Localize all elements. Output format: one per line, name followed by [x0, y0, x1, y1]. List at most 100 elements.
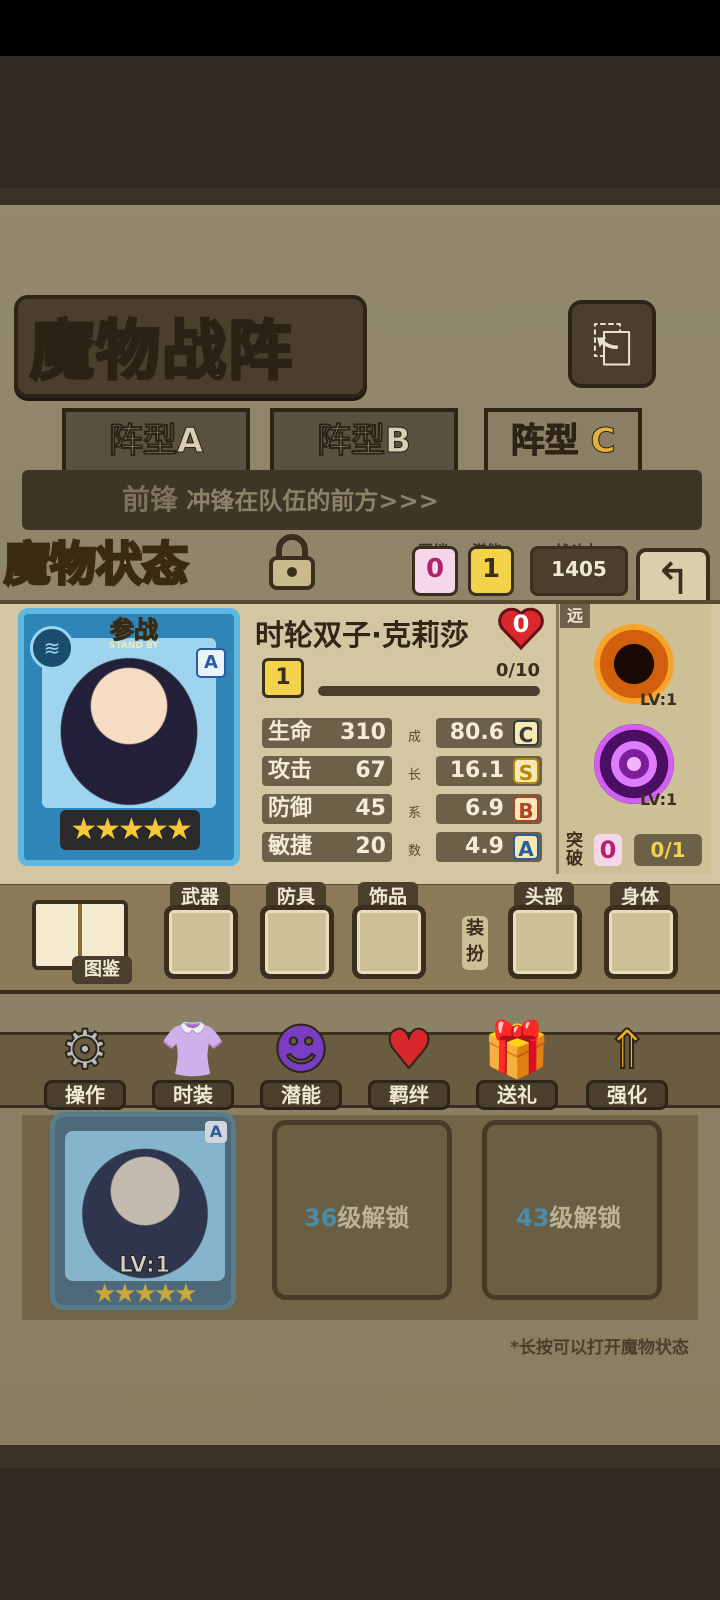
coef-value: 6.9 [465, 796, 504, 821]
codex-label: 图鉴 [72, 956, 132, 984]
potential-count: 1 [468, 546, 514, 596]
menu-button-1[interactable]: ⚙ 操作 [44, 1017, 126, 1110]
page-title: 魔物战阵 [29, 314, 294, 391]
bond-count: 0 [412, 546, 458, 596]
growth-coef-row: 4.9 A [436, 832, 542, 862]
breakthrough-progress: 0/1 [634, 834, 702, 866]
lock-icon[interactable] [265, 534, 319, 590]
menu-label: 潜能 [260, 1080, 342, 1110]
menu-label: 操作 [44, 1080, 126, 1110]
menu-button-2[interactable]: 👚 时装 [152, 1017, 234, 1110]
stat-row: 敏捷 20 [262, 832, 392, 862]
stat-label: 防御 [268, 796, 313, 821]
body-slot[interactable] [604, 905, 678, 979]
rank-badge: A [196, 648, 226, 678]
power-value: 1405 [530, 546, 628, 596]
locked-slot-2-suffix: 级解锁 [549, 1204, 622, 1232]
grade-badge: B [513, 796, 539, 823]
growth-coef-row: 80.6 C [436, 718, 542, 748]
grade-badge: C [513, 720, 539, 747]
stat-row: 生命 310 [262, 718, 392, 748]
gift-icon: 🎁 [482, 1017, 551, 1082]
tab-c-label: 阵型 [510, 421, 579, 462]
coef-label-2: 系 [408, 806, 422, 821]
team-member-rank: A [205, 1121, 227, 1143]
heart-value: 0 [512, 610, 530, 638]
team-member-card[interactable]: LV:1 A ★★★★★ [50, 1112, 236, 1310]
menu-button-5[interactable]: 🎁 送礼 [476, 1017, 558, 1110]
tab-c-letter: C [590, 421, 616, 462]
frontline-banner: 前锋 冲锋在队伍的前方>>> [22, 470, 702, 530]
grade-badge: A [513, 834, 539, 861]
monster-card[interactable]: ≋ 参战 STAND BY A ★★★★★ [18, 608, 240, 866]
upgrade-arrow-icon: ⇑ [603, 1017, 650, 1082]
standby-badge: 参战 STAND BY [86, 614, 182, 652]
monster-portrait [42, 638, 216, 808]
growth-coef-row: 16.1 S [436, 756, 542, 786]
stat-row: 攻击 67 [262, 756, 392, 786]
coef-value: 4.9 [465, 834, 504, 859]
menu-label: 送礼 [476, 1080, 558, 1110]
dress-label: 装扮 [462, 916, 488, 970]
weapon-slot[interactable] [164, 905, 238, 979]
locked-slot-1-level: 36 [304, 1204, 338, 1232]
return-arrow-icon: ↰ [654, 554, 692, 605]
team-member-stars: ★★★★★ [93, 1279, 198, 1309]
standby-badge-sub: STAND BY [109, 641, 159, 651]
range-badge: 远 [560, 604, 590, 628]
breakthrough-value: 0 [594, 834, 622, 866]
level-badge: 1 [262, 658, 304, 698]
tab-formation-c[interactable]: 阵型 C [484, 408, 642, 470]
grade-badge: S [513, 758, 539, 785]
menu-button-3[interactable]: ☻ 潜能 [260, 1017, 342, 1110]
coef-label-1: 长 [408, 768, 422, 783]
locked-slot-2-level: 43 [516, 1204, 550, 1232]
coef-label-3: 数 [408, 844, 422, 859]
hint-text: *长按可以打开魔物状态 [510, 1338, 689, 1358]
armor-slot[interactable] [260, 905, 334, 979]
coef-value: 16.1 [449, 758, 504, 783]
gear-icon: ⚙ [60, 1017, 110, 1082]
codex-button[interactable]: 图鉴 [32, 900, 132, 984]
hearts-icon: ♥ [384, 1017, 434, 1082]
skill-1-level: LV:1 [640, 690, 678, 709]
element-icon: ≋ [30, 626, 74, 670]
tab-formation-b[interactable]: 阵型B [270, 408, 458, 470]
stat-value: 67 [355, 758, 386, 783]
back-arrow-icon: ⎗ [592, 315, 632, 373]
head-slot[interactable] [508, 905, 582, 979]
top-dark-band [0, 56, 720, 188]
frontline-desc: 冲锋在队伍的前方>>> [186, 487, 439, 515]
stat-label: 敏捷 [268, 834, 313, 859]
menu-label: 羁绊 [368, 1080, 450, 1110]
stat-value: 20 [355, 834, 386, 859]
stat-label: 攻击 [268, 758, 313, 783]
skill-2-level: LV:1 [640, 790, 678, 809]
stat-value: 45 [355, 796, 386, 821]
coef-label-0: 成 [408, 730, 422, 745]
bottom-dark-band [0, 1468, 720, 1600]
menu-label: 时装 [152, 1080, 234, 1110]
demon-icon: ☻ [272, 1017, 330, 1082]
growth-coef-row: 6.9 B [436, 794, 542, 824]
breakthrough-label: 突破 [566, 831, 583, 869]
frontline-label: 前锋 [122, 483, 179, 516]
tab-formation-a[interactable]: 阵型A [62, 408, 250, 470]
outfit-icon: 👚 [158, 1017, 227, 1082]
exp-text: 0/10 [495, 660, 540, 681]
stat-row: 防御 45 [262, 794, 392, 824]
status-panel-title: 魔物状态 [3, 536, 190, 593]
monster-name: 时轮双子·克莉莎 [255, 618, 470, 652]
star-rating: ★★★★★ [60, 810, 200, 850]
stat-value: 310 [340, 720, 386, 745]
locked-slot-1-suffix: 级解锁 [337, 1204, 410, 1232]
exp-bar [318, 686, 540, 696]
menu-button-6[interactable]: ⇑ 强化 [586, 1017, 668, 1110]
menu-label: 强化 [586, 1080, 668, 1110]
locked-slot-1-text: 36级解锁 [304, 1198, 409, 1233]
menu-button-4[interactable]: ♥ 羁绊 [368, 1017, 450, 1110]
accessory-slot[interactable] [352, 905, 426, 979]
locked-slot-2-text: 43级解锁 [516, 1198, 621, 1233]
stat-label: 生命 [268, 720, 313, 745]
back-button[interactable]: ⎗ [568, 300, 656, 388]
